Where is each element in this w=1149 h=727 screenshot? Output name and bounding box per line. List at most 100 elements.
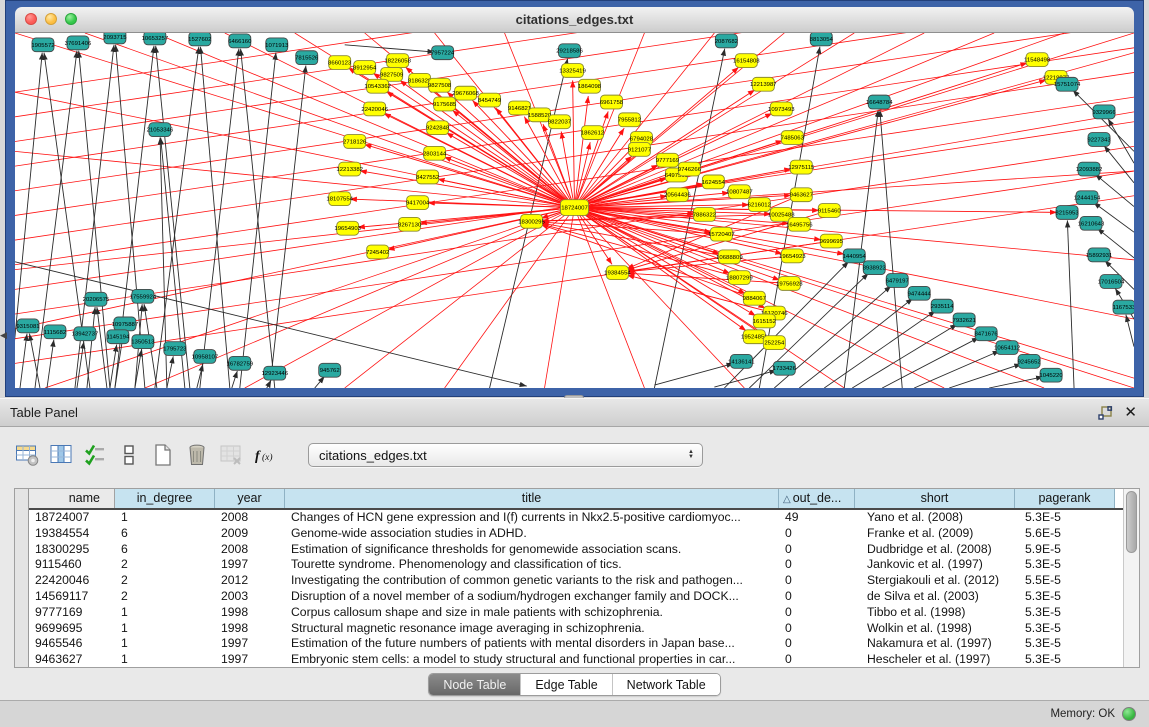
graph-node[interactable]: 9699695 <box>820 234 844 248</box>
column-header-out_de[interactable]: △out_de... <box>779 489 855 508</box>
graph-node[interactable]: 7957224 <box>431 46 455 60</box>
graph-node[interactable]: 18107554 <box>326 192 353 206</box>
graph-node[interactable]: 18300295 <box>518 214 545 228</box>
table-cell[interactable]: 5.6E-5 <box>1015 526 1115 542</box>
table-cell[interactable]: 0 <box>779 621 855 637</box>
graph-node[interactable]: 1045220 <box>1039 368 1063 382</box>
graph-node[interactable]: 9827508 <box>428 78 452 92</box>
table-cell[interactable]: 5.3E-5 <box>1015 557 1115 573</box>
graph-node[interactable]: 18226058 <box>384 54 411 68</box>
graph-node[interactable]: 6466160 <box>228 34 252 48</box>
table-cell[interactable]: 2 <box>115 573 215 589</box>
table-row[interactable]: 946554611997Estimation of the future num… <box>29 636 1123 652</box>
graph-node[interactable]: 7955812 <box>618 113 641 127</box>
graph-node[interactable]: 7932621 <box>953 313 977 327</box>
table-cell[interactable]: 0 <box>779 557 855 573</box>
graph-node[interactable]: 16495756 <box>786 217 813 231</box>
table-row[interactable]: 1456911722003Disruption of a novel membe… <box>29 589 1123 605</box>
table-cell[interactable]: 5.3E-5 <box>1015 510 1115 526</box>
graph-node[interactable]: 9463627 <box>790 188 813 202</box>
graph-node[interactable]: 12093882 <box>1076 162 1103 176</box>
table-cell[interactable]: Wolkin et al. (1998) <box>855 621 1015 637</box>
table-cell[interactable]: Disruption of a novel member of a sodium… <box>285 589 779 605</box>
table-cell[interactable]: Dudbridge et al. (2008) <box>855 542 1015 558</box>
graph-node[interactable]: 8813054 <box>810 33 834 46</box>
graph-node[interactable]: 17559924 <box>130 289 157 303</box>
table-row[interactable]: 2242004622012Investigating the contribut… <box>29 573 1123 589</box>
table-cell[interactable]: 2 <box>115 589 215 605</box>
table-cell[interactable]: 9115460 <box>29 557 115 573</box>
table-cell[interactable]: Hescheler et al. (1997) <box>855 652 1015 667</box>
table-cell[interactable]: 2012 <box>215 573 285 589</box>
table-cell[interactable]: 14569117 <box>29 589 115 605</box>
scrollbar-thumb[interactable] <box>1126 491 1137 553</box>
graph-node[interactable]: 9329966 <box>1092 105 1116 119</box>
table-cell[interactable]: 1 <box>115 621 215 637</box>
graph-node[interactable]: 29676068 <box>452 86 479 100</box>
graph-node[interactable]: 8215953 <box>1055 206 1079 220</box>
graph-node[interactable]: 9121077 <box>628 142 651 156</box>
table-cell[interactable]: 2008 <box>215 510 285 526</box>
graph-node[interactable]: 10807487 <box>726 185 753 199</box>
graph-node[interactable]: 8454749 <box>478 93 502 107</box>
graph-node[interactable]: 12444154 <box>1074 191 1101 205</box>
table-cell[interactable]: 1997 <box>215 636 285 652</box>
graph-node[interactable]: 15720407 <box>708 227 735 241</box>
graph-node[interactable]: 1071913 <box>265 38 289 52</box>
graph-node[interactable]: 7485063 <box>781 131 805 145</box>
table-row[interactable]: 1872400712008Changes of HCN gene express… <box>29 510 1123 526</box>
table-cell[interactable]: Embryonic stem cells: a model to study s… <box>285 652 779 667</box>
graph-node[interactable]: 19756928 <box>776 277 803 291</box>
column-header-name[interactable]: name <box>29 489 115 508</box>
graph-node[interactable]: 8660123 <box>328 56 352 70</box>
graph-node[interactable]: 10973493 <box>768 102 795 116</box>
graph-node[interactable]: 1905572 <box>31 38 54 52</box>
table-cell[interactable]: Tourette syndrome. Phenomenology and cla… <box>285 557 779 573</box>
close-panel-icon[interactable]: ✕ <box>1124 403 1137 421</box>
graph-node[interactable]: 20564436 <box>664 188 691 202</box>
table-cell[interactable]: 2008 <box>215 542 285 558</box>
graph-node[interactable]: 18807299 <box>726 271 753 285</box>
tab-network-table[interactable]: Network Table <box>612 674 720 695</box>
graph-node[interactable]: 2935114 <box>931 299 955 313</box>
graph-node[interactable]: 14136141 <box>728 354 755 368</box>
table-cell[interactable]: Estimation of significance thresholds fo… <box>285 542 779 558</box>
graph-node[interactable]: 1624554 <box>702 175 726 189</box>
graph-node[interactable]: 10654112 <box>994 341 1020 355</box>
table-cell[interactable]: 1997 <box>215 652 285 667</box>
graph-node[interactable]: 7245402 <box>366 245 389 259</box>
graph-node[interactable]: 11548498 <box>1024 53 1051 67</box>
table-selector-dropdown[interactable]: citations_edges.txt▲▼ <box>308 443 703 467</box>
table-cell[interactable]: 5.3E-5 <box>1015 636 1115 652</box>
close-window-button[interactable] <box>25 13 37 25</box>
graph-node[interactable]: 9822037 <box>548 115 571 129</box>
column-header-in_degree[interactable]: in_degree <box>115 489 215 508</box>
row-height-icon[interactable] <box>116 442 142 468</box>
graph-node[interactable]: 17016504 <box>1098 275 1125 289</box>
graph-node[interactable]: 6961758 <box>600 95 624 109</box>
table-cell[interactable]: 5.5E-5 <box>1015 573 1115 589</box>
table-cell[interactable]: Estimation of the future numbers of pati… <box>285 636 779 652</box>
graph-node[interactable]: 1733426 <box>773 361 797 375</box>
graph-node[interactable]: 9746266 <box>678 162 702 176</box>
column-header-title[interactable]: title <box>285 489 779 508</box>
graph-node[interactable]: 9474444 <box>908 286 932 300</box>
graph-node[interactable]: 9115460 <box>818 204 842 218</box>
table-cell[interactable]: Investigating the contribution of common… <box>285 573 779 589</box>
table-row[interactable]: 977716911998Corpus callosum shape and si… <box>29 605 1123 621</box>
graph-node[interactable]: 10543362 <box>364 79 391 93</box>
table-cell[interactable]: 2003 <box>215 589 285 605</box>
graph-node[interactable]: 12975115 <box>788 160 815 174</box>
table-cell[interactable]: Franke et al. (2009) <box>855 526 1015 542</box>
table-row[interactable]: 1938455462009Genome-wide association stu… <box>29 526 1123 542</box>
graph-node[interactable]: 2718126 <box>343 135 367 149</box>
table-row[interactable]: 911546021997Tourette syndrome. Phenomeno… <box>29 557 1123 573</box>
table-cell[interactable]: 0 <box>779 526 855 542</box>
table-cell[interactable]: Tibbo et al. (1998) <box>855 605 1015 621</box>
graph-node[interactable]: 10958107 <box>192 350 219 364</box>
column-header-short[interactable]: short <box>855 489 1015 508</box>
graph-node[interactable]: 12213382 <box>336 162 363 176</box>
table-cell[interactable]: 0 <box>779 652 855 667</box>
graph-node[interactable]: 1862612 <box>581 126 604 140</box>
graph-node[interactable]: 8938923 <box>863 261 887 275</box>
